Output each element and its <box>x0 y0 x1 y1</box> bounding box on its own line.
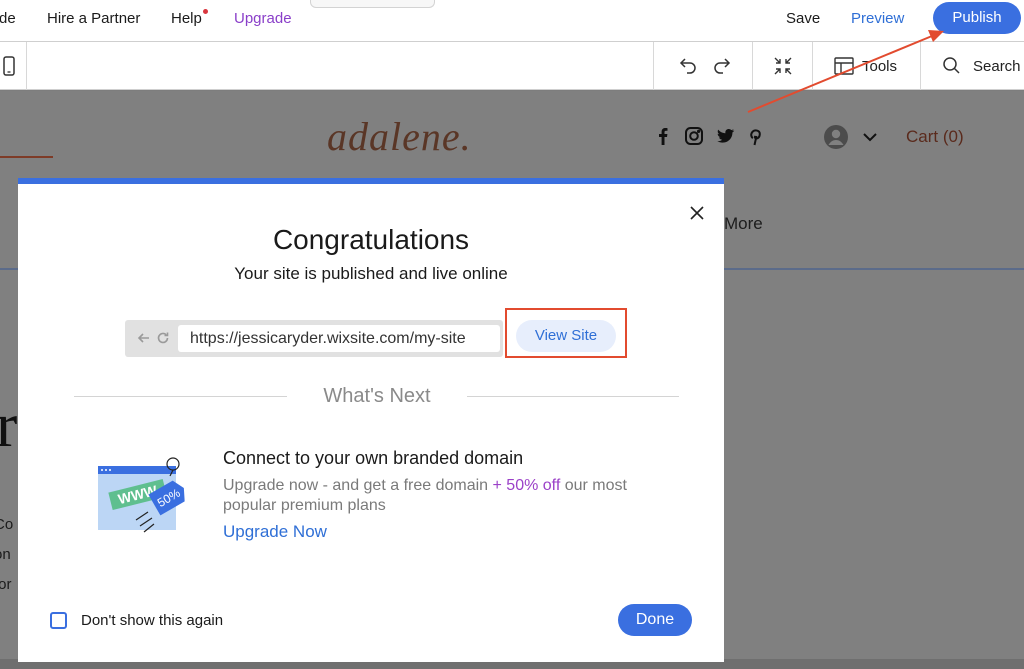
header-accent-line <box>0 156 53 158</box>
zoom-out-icon[interactable] <box>771 54 795 78</box>
chevron-down-icon[interactable] <box>862 130 878 142</box>
editor-toolbar: Tools Search <box>0 42 1024 90</box>
toolbar-divider <box>26 42 27 90</box>
account-avatar-icon[interactable] <box>823 124 849 150</box>
menu-item-help[interactable]: Help <box>171 10 202 27</box>
back-arrow-icon <box>136 329 152 347</box>
twitter-icon[interactable] <box>714 125 736 147</box>
site-nav-more[interactable]: More <box>724 214 763 234</box>
site-body-text: Co <box>0 516 14 533</box>
menu-item-hire-partner[interactable]: Hire a Partner <box>47 10 140 27</box>
dialog-title: Congratulations <box>272 224 470 255</box>
center-tab-handle[interactable] <box>310 0 435 8</box>
toolbar-divider <box>920 42 921 90</box>
site-body-text: on <box>0 546 11 563</box>
dont-show-checkbox[interactable] <box>50 612 67 629</box>
save-button[interactable]: Save <box>786 10 820 27</box>
publish-button[interactable]: Publish <box>933 2 1021 34</box>
help-notification-dot <box>203 9 208 14</box>
refresh-icon <box>155 329 171 347</box>
pinterest-icon[interactable] <box>745 125 767 147</box>
redo-icon[interactable] <box>710 54 734 78</box>
mobile-view-icon[interactable] <box>0 54 24 78</box>
browser-url-bar: https://jessicaryder.wixsite.com/my-site <box>125 320 503 357</box>
site-url-field[interactable]: https://jessicaryder.wixsite.com/my-site <box>178 325 500 352</box>
site-logo: adalene. <box>327 114 472 159</box>
upgrade-now-link[interactable]: Upgrade Now <box>223 522 327 542</box>
facebook-icon[interactable] <box>652 125 674 147</box>
undo-icon[interactable] <box>676 54 700 78</box>
toolbar-divider <box>812 42 813 90</box>
discount-highlight: + 50% off <box>492 477 561 494</box>
toolbar-divider <box>752 42 753 90</box>
editor-top-bar: de Hire a Partner Help Upgrade Save Prev… <box>0 0 1024 42</box>
whats-next-heading: What's Next <box>323 385 431 407</box>
close-icon[interactable] <box>686 202 708 224</box>
domain-illustration-icon: WWW 50% <box>96 456 200 538</box>
menu-item-partial[interactable]: de <box>0 10 16 27</box>
domain-promo-title: Connect to your own branded domain <box>223 448 524 468</box>
domain-promo-text: Upgrade now - and get a free domain <box>223 477 493 494</box>
site-hero-letter: r <box>0 389 18 460</box>
instagram-icon[interactable] <box>683 125 705 147</box>
tools-button[interactable]: Tools <box>862 58 897 75</box>
menu-item-upgrade[interactable]: Upgrade <box>234 10 292 27</box>
preview-button[interactable]: Preview <box>851 10 904 27</box>
done-button[interactable]: Done <box>618 604 692 636</box>
site-body-text: for <box>0 576 12 593</box>
dialog-subtitle: Your site is published and live online <box>234 264 508 283</box>
search-button[interactable]: Search <box>973 58 1021 75</box>
view-site-button[interactable]: View Site <box>516 320 616 352</box>
tools-icon[interactable] <box>832 54 856 78</box>
search-icon[interactable] <box>940 54 964 78</box>
domain-promo-description: Upgrade now - and get a free domain + 50… <box>223 476 643 516</box>
toolbar-divider <box>653 42 654 90</box>
publish-success-dialog: Congratulations Your site is published a… <box>18 178 724 662</box>
dont-show-label[interactable]: Don't show this again <box>81 612 223 629</box>
cart-link[interactable]: Cart (0) <box>906 127 964 147</box>
